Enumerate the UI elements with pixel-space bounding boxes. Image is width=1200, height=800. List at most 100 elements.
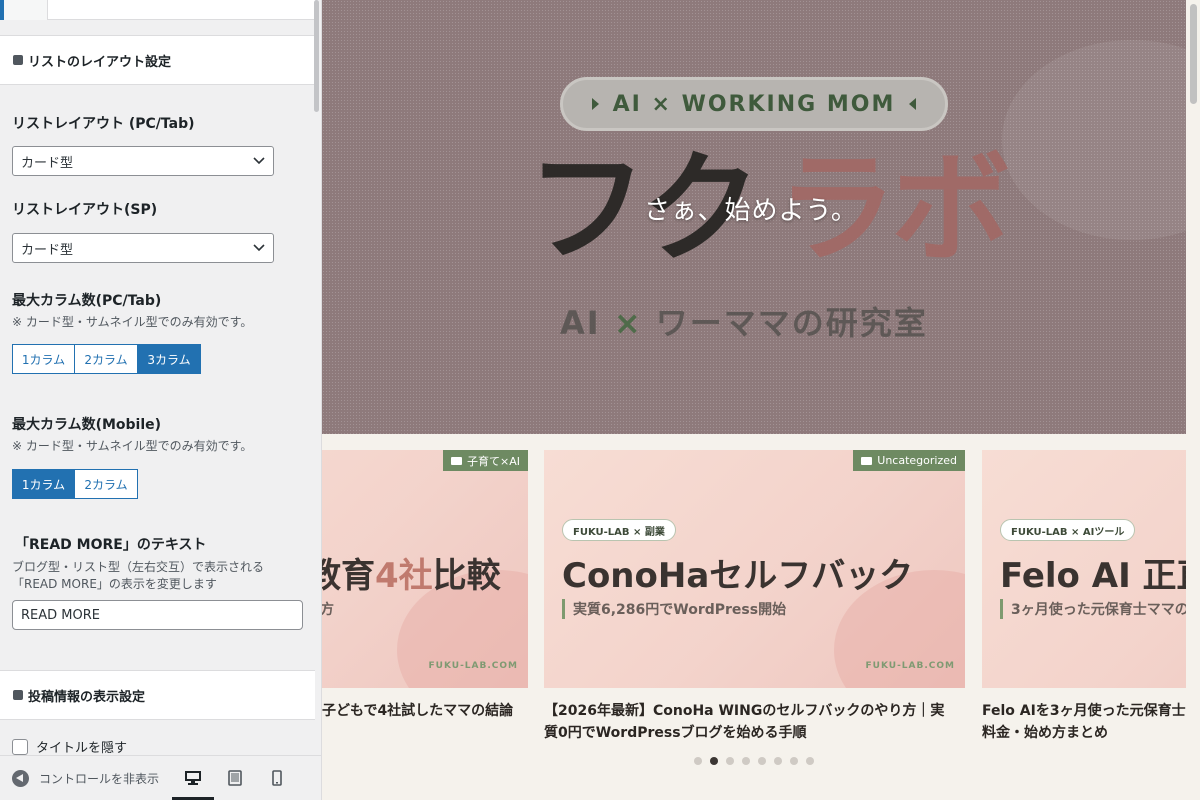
thumbnail-headline: Felo AI 正直 [1000, 556, 1200, 596]
preview-mobile-button[interactable] [256, 756, 298, 800]
hero-image: AI × WORKING MOM フク ラボ さぁ、始めよう。 AI × ワーマ… [322, 0, 1186, 434]
post-title[interactable]: 子どもで4社試したママの結論 [322, 700, 528, 722]
select-value: カード型 [21, 155, 74, 171]
headline-part: 教育 [322, 556, 375, 596]
headline-part: 比較 [432, 556, 501, 596]
hide-title-checkbox[interactable] [12, 738, 28, 755]
post-card[interactable]: Uncategorized FUKU-LAB × 副業 ConoHaセルフバック… [544, 450, 965, 744]
triangle-right-icon [591, 98, 599, 110]
column-option-2[interactable]: 2カラム [74, 469, 138, 499]
post-title[interactable]: 【2026年最新】ConoHa WINGのセルフバックのやり方｜実 質0円でWo… [544, 700, 965, 744]
read-more-desc-1: ブログ型・リスト型（左右交互）で表示される [12, 560, 265, 574]
read-more-desc-2: 「READ MORE」の表示を変更します [12, 577, 217, 591]
thumbnail-brand: FUKU-LAB.COM [428, 661, 518, 671]
folder-icon [451, 456, 462, 465]
mobile-icon [272, 770, 282, 786]
section-post-info: 投稿情報の表示設定 [0, 670, 315, 720]
previous-item-box [4, 0, 48, 20]
folder-icon [861, 456, 873, 465]
slider-pagination [694, 757, 822, 765]
category-badge[interactable]: Uncategorized [853, 450, 965, 471]
post-thumbnail[interactable]: FUKU-LAB × AIツール Felo AI 正直 3ヶ月使った元保育士ママ… [982, 450, 1200, 688]
hide-title-label: タイトルを隠す [36, 741, 128, 756]
thumbnail-headline: ConoHaセルフバック [562, 556, 914, 596]
customizer-footer: コントロールを非表示 [0, 755, 321, 800]
section-marker-icon [13, 690, 23, 700]
slider-dot[interactable] [774, 757, 782, 765]
read-more-label: 「READ MORE」のテキスト [15, 537, 207, 553]
column-option-1[interactable]: 1カラム [12, 469, 75, 499]
hero-subtitle: AI × ワーママの研究室 [560, 298, 928, 344]
slider-dot[interactable] [694, 757, 702, 765]
list-layout-sp-label: リストレイアウト(SP) [12, 202, 158, 218]
list-layout-sp-select[interactable]: カード型 [12, 233, 274, 263]
thumbnail-chip: FUKU-LAB × 副業 [562, 519, 676, 541]
column-option-1[interactable]: 1カラム [12, 344, 75, 374]
hero-pill: AI × WORKING MOM [560, 77, 948, 131]
slider-dot[interactable] [806, 757, 814, 765]
section-marker-icon [13, 55, 23, 65]
chevron-down-icon [253, 157, 265, 165]
scrollbar-thumb[interactable] [1190, 4, 1197, 104]
column-option-2[interactable]: 2カラム [74, 344, 138, 374]
list-layout-pc-select[interactable]: カード型 [12, 146, 274, 176]
category-label: 子育て×AI [467, 454, 520, 468]
post-title-line: 料金・始め方まとめ [982, 725, 1108, 741]
previous-item[interactable] [0, 0, 315, 20]
thumbnail-chip: FUKU-LAB × AIツール [1000, 519, 1136, 541]
desktop-icon [185, 771, 201, 785]
section-title: 投稿情報の表示設定 [28, 689, 146, 705]
hide-controls-label: コントロールを非表示 [39, 771, 160, 786]
subtitle-text: ワーママの研究室 [655, 304, 928, 342]
customizer-sidebar: リストのレイアウト設定 リストレイアウト (PC/Tab) カード型 リストレイ… [0, 0, 322, 800]
hero-pill-text: AI × WORKING MOM [612, 91, 896, 117]
section-list-layout: リストのレイアウト設定 [0, 35, 315, 85]
read-more-input[interactable]: READ MORE [12, 600, 303, 630]
select-value: カード型 [21, 242, 74, 258]
thumbnail-headline: 教育4社比較 [322, 548, 501, 597]
slider-dot[interactable] [758, 757, 766, 765]
preview-scrollbar[interactable] [1186, 0, 1200, 800]
headline-accent: 4社 [375, 556, 433, 596]
subtitle-ai: AI [560, 304, 601, 342]
slider-dot[interactable] [790, 757, 798, 765]
post-title-line: 【2026年最新】ConoHa WINGのセルフバックのやり方｜実 [544, 703, 945, 719]
category-label: Uncategorized [877, 454, 957, 467]
post-thumbnail[interactable]: 子育て×AI 教育4社比較 方 FUKU-LAB.COM [322, 450, 528, 688]
slider-dot[interactable] [742, 757, 750, 765]
post-title-line: Felo AIを3ヶ月使った元保育士 [982, 703, 1186, 719]
site-preview: AI × WORKING MOM フク ラボ さぁ、始めよう。 AI × ワーマ… [322, 0, 1200, 800]
max-columns-pc-note: ※ カード型・サムネイル型でのみ有効です。 [12, 315, 253, 329]
slider-dot[interactable] [710, 757, 718, 765]
collapse-icon [12, 769, 29, 787]
section-title: リストのレイアウト設定 [28, 54, 172, 70]
hide-controls-button[interactable]: コントロールを非表示 [0, 769, 172, 787]
post-thumbnail[interactable]: Uncategorized FUKU-LAB × 副業 ConoHaセルフバック… [544, 450, 965, 688]
scrollbar-thumb[interactable] [314, 0, 319, 112]
post-title[interactable]: Felo AIを3ヶ月使った元保育士 料金・始め方まとめ [982, 700, 1200, 744]
post-card[interactable]: 子育て×AI 教育4社比較 方 FUKU-LAB.COM 子どもで4社試したママ… [322, 450, 528, 722]
post-card[interactable]: FUKU-LAB × AIツール Felo AI 正直 3ヶ月使った元保育士ママ… [982, 450, 1200, 744]
tablet-icon [228, 770, 242, 786]
category-badge[interactable]: 子育て×AI [443, 450, 528, 471]
hide-title-option[interactable]: タイトルを隠す [12, 737, 127, 756]
preview-tablet-button[interactable] [214, 756, 256, 800]
max-columns-mobile-group: 1カラム 2カラム [12, 469, 138, 499]
thumbnail-subline: 3ヶ月使った元保育士ママの [1000, 599, 1189, 619]
list-layout-pc-label: リストレイアウト (PC/Tab) [12, 116, 195, 132]
max-columns-mobile-note: ※ カード型・サムネイル型でのみ有効です。 [12, 439, 253, 453]
subtitle-x: × [613, 304, 643, 342]
column-option-3[interactable]: 3カラム [137, 344, 201, 374]
post-title-line: 質0円でWordPressブログを始める手順 [544, 725, 807, 741]
max-columns-pc-label: 最大カラム数(PC/Tab) [12, 293, 162, 309]
thumbnail-subline: 実質6,286円でWordPress開始 [562, 599, 786, 619]
triangle-left-icon [909, 98, 917, 110]
preview-desktop-button[interactable] [172, 756, 214, 800]
slider-dot[interactable] [726, 757, 734, 765]
chevron-down-icon [253, 244, 265, 252]
hero-tagline: さぁ、始めよう。 [644, 196, 858, 226]
sidebar-scrollbar[interactable] [313, 0, 321, 755]
max-columns-pc-group: 1カラム 2カラム 3カラム [12, 344, 201, 374]
thumbnail-subline: 方 [322, 602, 334, 618]
thumbnail-brand: FUKU-LAB.COM [865, 661, 955, 671]
